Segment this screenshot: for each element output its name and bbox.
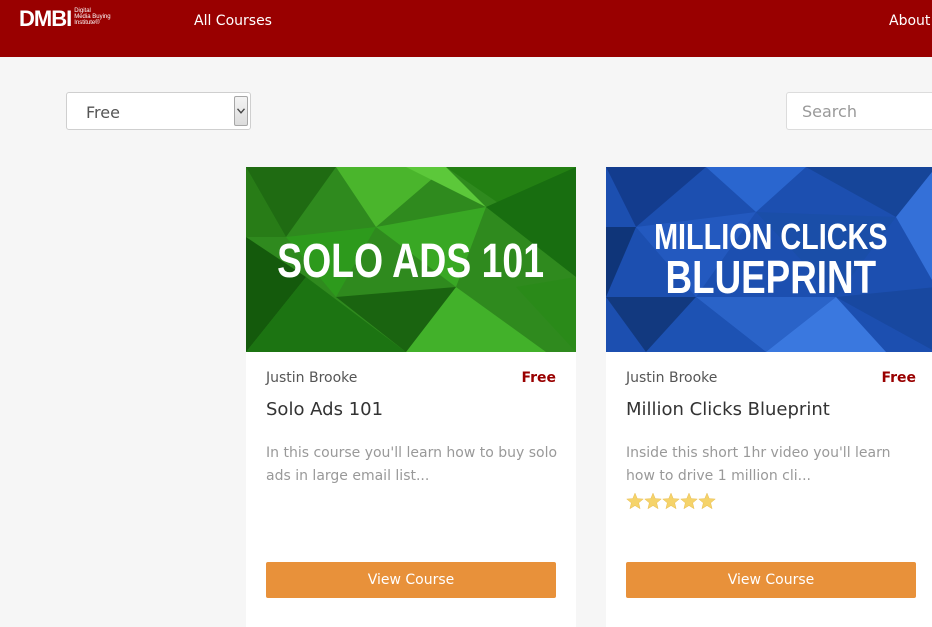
course-author: Justin Brooke (266, 370, 358, 386)
star-icon (644, 492, 662, 510)
top-navbar: DMBI Digital Media Buying Institute® All… (0, 0, 932, 57)
course-price: Free (521, 370, 556, 386)
course-thumbnail[interactable]: MILLION CLICKS BLUEPRINT (606, 167, 932, 352)
course-description: In this course you'll learn how to buy s… (266, 445, 558, 484)
thumbnail-title: SOLO ADS 101 (277, 235, 544, 289)
course-title[interactable]: Solo Ads 101 (266, 399, 383, 420)
price-filter-select[interactable]: Free (66, 92, 251, 130)
logo-tagline: Digital Media Buying Institute® (74, 8, 124, 26)
chevron-down-icon[interactable] (234, 96, 248, 126)
logo-mark: DMBI (19, 6, 72, 31)
site-logo[interactable]: DMBI Digital Media Buying Institute® (19, 7, 124, 33)
course-card: SOLO ADS 101 Justin Brooke Free Solo Ads… (246, 167, 576, 627)
course-rating (626, 492, 716, 510)
star-icon (698, 492, 716, 510)
star-icon (680, 492, 698, 510)
nav-link-about[interactable]: About (889, 12, 930, 30)
course-thumbnail[interactable]: SOLO ADS 101 (246, 167, 576, 352)
logo-tagline-line: Institute® (74, 20, 100, 26)
course-author: Justin Brooke (626, 370, 718, 386)
thumbnail-title-line: BLUEPRINT (666, 251, 877, 303)
star-icon (626, 492, 644, 510)
filter-selected-value: Free (86, 103, 120, 122)
course-card: MILLION CLICKS BLUEPRINT Justin Brooke F… (606, 167, 932, 627)
view-course-button[interactable]: View Course (266, 562, 556, 598)
course-title[interactable]: Million Clicks Blueprint (626, 399, 830, 420)
search-input[interactable] (786, 92, 932, 130)
nav-link-all-courses[interactable]: All Courses (194, 12, 272, 30)
course-description: Inside this short 1hr video you'll learn… (626, 445, 891, 484)
star-icon (662, 492, 680, 510)
view-course-button[interactable]: View Course (626, 562, 916, 598)
course-price: Free (881, 370, 916, 386)
